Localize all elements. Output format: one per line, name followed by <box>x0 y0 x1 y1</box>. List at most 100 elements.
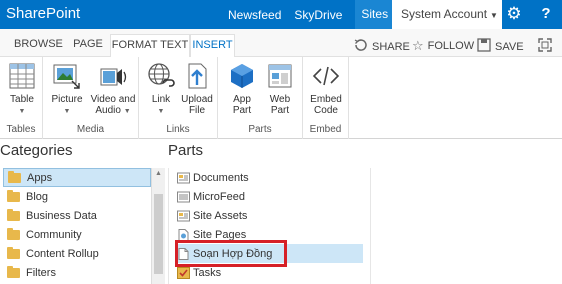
share-button[interactable]: SHARE <box>354 38 410 55</box>
embed-label-2: Code <box>314 105 338 116</box>
table-icon <box>9 63 35 89</box>
newsfeed-link[interactable]: Newsfeed <box>228 8 281 22</box>
account-menu[interactable]: System Account ▼ <box>392 0 502 29</box>
part-label: Site Pages <box>193 228 247 241</box>
upload-label-2: File <box>188 105 206 116</box>
categories-list: Apps Blog Business Data Community Conten… <box>3 168 151 282</box>
category-label: Filters <box>26 266 56 279</box>
picture-button[interactable]: Picture ▼ <box>45 61 89 117</box>
category-item-apps[interactable]: Apps <box>3 168 151 187</box>
folder-icon <box>7 246 20 259</box>
focus-button[interactable] <box>538 38 556 55</box>
embed-code-icon <box>312 66 340 86</box>
video-audio-button[interactable]: Video and Audio ▼ <box>89 61 137 117</box>
list-icon <box>177 191 190 202</box>
upload-label: Upload <box>181 94 213 105</box>
gear-icon[interactable]: ⚙ <box>504 4 524 24</box>
links-group-label: Links <box>166 124 190 135</box>
part-item-site-assets[interactable]: Site Assets <box>175 206 363 225</box>
highlight-box <box>175 240 287 267</box>
suite-bar: SharePoint Newsfeed SkyDrive Sites Syste… <box>0 0 562 29</box>
picture-icon <box>53 64 80 89</box>
video-label: Video and <box>90 94 136 105</box>
web-part-button[interactable]: Web Part <box>258 61 302 116</box>
categories-title: Categories <box>0 142 73 159</box>
scroll-up-icon[interactable]: ▲ <box>152 168 165 180</box>
library-icon <box>177 210 190 221</box>
library-icon <box>177 172 190 183</box>
video-label-2: Audio <box>95 105 121 116</box>
part-label: Site Assets <box>193 209 248 222</box>
follow-label: FOLLOW <box>427 40 475 52</box>
part-label: Documents <box>193 171 249 184</box>
parts-divider <box>168 168 169 284</box>
picture-label: Picture <box>51 94 83 105</box>
category-item-content-rollup[interactable]: Content Rollup <box>3 244 151 263</box>
folder-icon <box>7 265 20 278</box>
web-part-icon <box>268 64 292 88</box>
chevron-down-icon: ▼ <box>490 11 498 20</box>
tab-format-text[interactable]: FORMAT TEXT <box>110 34 190 57</box>
categories-scrollbar[interactable]: ▲ <box>151 168 165 284</box>
media-group-label: Media <box>76 124 105 135</box>
fullscreen-icon <box>538 38 552 55</box>
upload-file-button[interactable]: Upload File <box>175 61 219 116</box>
share-label: SHARE <box>372 40 410 53</box>
category-label: Blog <box>26 190 49 203</box>
dropdown-icon: ▼ <box>63 108 71 115</box>
category-label: Content Rollup <box>26 247 99 260</box>
tables-group-label: Tables <box>6 124 36 135</box>
embed-code-button[interactable]: Embed Code <box>304 61 348 116</box>
category-item-community[interactable]: Community <box>3 225 151 244</box>
tab-browse[interactable]: BROWSE <box>14 34 63 57</box>
video-audio-icon <box>100 68 127 86</box>
table-button[interactable]: Table ▼ <box>0 61 44 117</box>
page-library-icon <box>178 228 189 241</box>
part-item-documents[interactable]: Documents <box>175 168 363 187</box>
embed-label: Embed <box>310 94 342 105</box>
tab-page[interactable]: PAGE <box>72 34 104 57</box>
category-item-filters[interactable]: Filters <box>3 263 151 282</box>
skydrive-link[interactable]: SkyDrive <box>294 8 342 22</box>
parts-divider-right <box>370 168 371 284</box>
help-icon[interactable]: ? <box>536 4 556 24</box>
folder-icon <box>7 227 20 240</box>
web-part-label-2: Part <box>270 105 290 116</box>
share-icon <box>354 38 368 55</box>
part-label: Tasks <box>193 266 222 279</box>
embed-group-label: Embed <box>309 124 342 135</box>
folder-icon <box>7 208 20 221</box>
app-part-label: App <box>233 94 251 105</box>
ribbon: Table ▼ Tables Picture ▼ Video and Audio ▼ … <box>0 57 562 139</box>
category-label: Apps <box>27 171 53 184</box>
scroll-thumb[interactable] <box>154 194 163 274</box>
tables-group: Table ▼ Tables <box>0 57 43 139</box>
follow-button[interactable]: ☆ FOLLOW <box>412 38 474 54</box>
category-item-business-data[interactable]: Business Data <box>3 206 151 225</box>
save-label: SAVE <box>495 40 524 53</box>
app-part-icon <box>231 64 253 88</box>
tab-insert[interactable]: INSERT <box>190 34 235 57</box>
save-button[interactable]: SAVE <box>477 38 524 55</box>
ribbon-tabs: BROWSE PAGE FORMAT TEXT INSERT SHARE ☆ F… <box>0 29 562 57</box>
category-item-blog[interactable]: Blog <box>3 187 151 206</box>
dropdown-icon: ▼ <box>18 108 26 115</box>
sites-link[interactable]: Sites <box>355 0 395 29</box>
save-icon <box>477 38 491 55</box>
dropdown-icon: ▼ <box>157 108 165 115</box>
web-part-label: Web <box>269 94 291 105</box>
brand-logo[interactable]: SharePoint <box>6 5 80 22</box>
part-item-microfeed[interactable]: MicroFeed <box>175 187 363 206</box>
parts-group-label: Parts <box>248 124 272 135</box>
app-part-label-2: Part <box>232 105 252 116</box>
parts-group: App Part Web Part Parts <box>218 57 303 139</box>
star-icon: ☆ <box>412 38 424 53</box>
dropdown-icon: ▼ <box>123 108 131 115</box>
category-label: Community <box>26 228 82 241</box>
account-name: System Account <box>401 7 488 21</box>
link-globe-icon <box>148 63 175 87</box>
tasks-icon <box>177 266 190 279</box>
top-links: Newsfeed SkyDrive Sites <box>228 0 395 29</box>
media-group: Picture ▼ Video and Audio ▼ Media <box>43 57 139 139</box>
category-label: Business Data <box>26 209 97 222</box>
